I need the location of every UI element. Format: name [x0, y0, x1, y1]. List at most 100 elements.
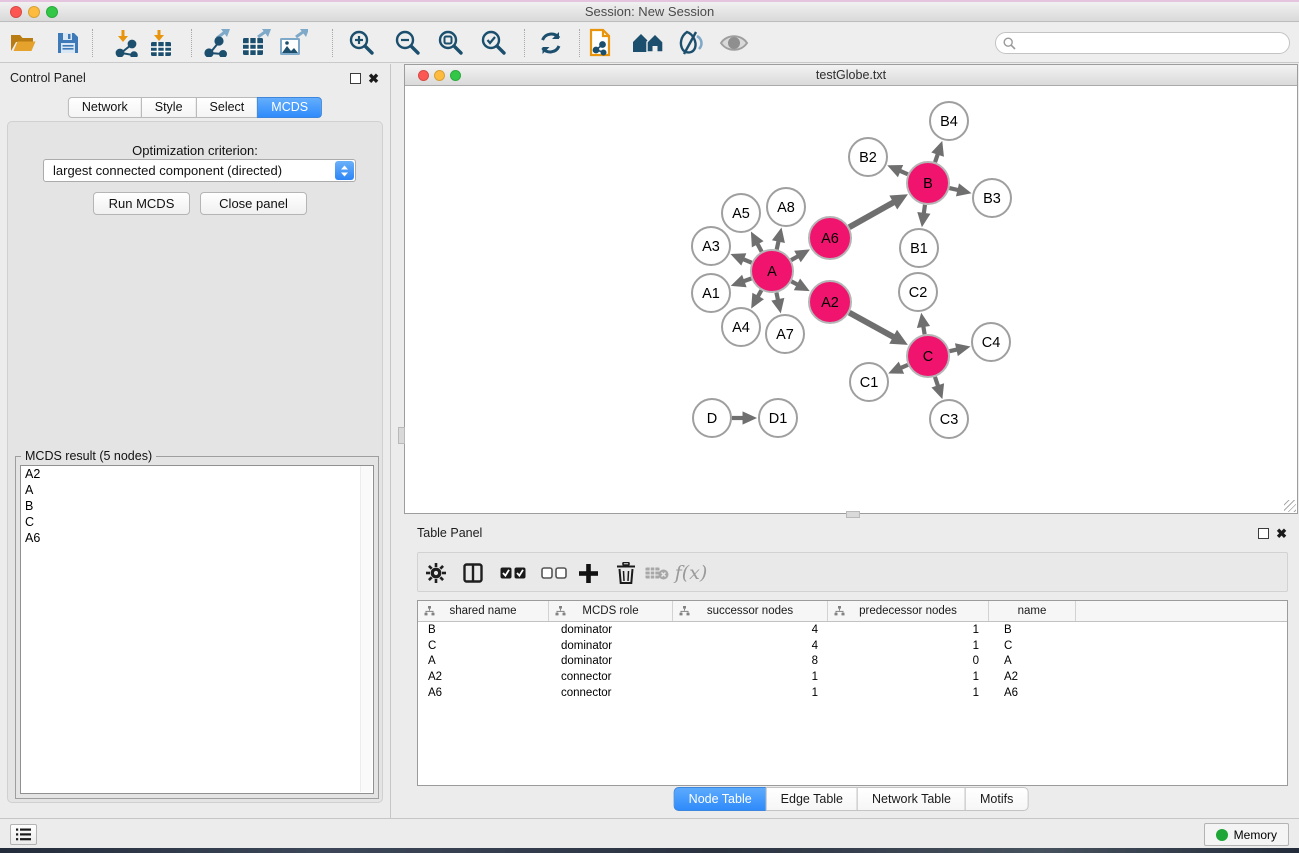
- column-header-shared-name[interactable]: shared name: [418, 601, 549, 621]
- split-view-button[interactable]: [461, 561, 485, 585]
- tab-network[interactable]: Network: [68, 97, 142, 118]
- tab-mcds[interactable]: MCDS: [257, 97, 322, 118]
- graph-edge[interactable]: [935, 154, 938, 163]
- table-cell[interactable]: 0: [828, 655, 989, 667]
- main-titlebar[interactable]: Session: New Session: [0, 2, 1299, 22]
- table-cell[interactable]: A2: [418, 671, 549, 683]
- table-cell[interactable]: dominator: [549, 640, 673, 652]
- tab-edge-table[interactable]: Edge Table: [766, 787, 858, 811]
- table-cell[interactable]: 1: [828, 624, 989, 636]
- graph-edge[interactable]: [758, 290, 762, 297]
- result-item[interactable]: A6: [21, 530, 373, 546]
- graph-edge[interactable]: [757, 243, 761, 251]
- home-button[interactable]: [631, 28, 665, 58]
- table-row[interactable]: Adominator80A: [418, 654, 1287, 670]
- graph-edge[interactable]: [923, 326, 924, 334]
- graph-edge[interactable]: [924, 205, 925, 214]
- show-hide-button[interactable]: [717, 28, 751, 58]
- column-header-mcds-role[interactable]: MCDS role: [549, 601, 673, 621]
- zoom-selected-button[interactable]: [477, 28, 511, 58]
- export-table-button[interactable]: [239, 28, 273, 58]
- network-canvas[interactable]: B4B2BB3A8A5A6A3B1AC2A1A2A4A7C4CC1DD1C3: [405, 87, 1297, 513]
- search-field[interactable]: [995, 32, 1290, 54]
- delete-table-button[interactable]: [644, 561, 670, 585]
- table-cell[interactable]: B: [418, 624, 549, 636]
- graph-edge[interactable]: [849, 202, 894, 227]
- graph-edge[interactable]: [949, 349, 957, 351]
- save-session-button[interactable]: [51, 28, 85, 58]
- add-column-button[interactable]: [576, 561, 600, 585]
- tab-style[interactable]: Style: [141, 97, 197, 118]
- table-settings-button[interactable]: [424, 561, 448, 585]
- function-builder-button[interactable]: f(x): [673, 561, 709, 585]
- table-row[interactable]: Bdominator41B: [418, 622, 1287, 638]
- table-row[interactable]: A6connector11A6: [418, 685, 1287, 701]
- mcds-result-list[interactable]: A2ABCA6: [20, 465, 374, 794]
- table-cell[interactable]: A6: [418, 687, 549, 699]
- column-header-name[interactable]: name: [989, 601, 1076, 621]
- tab-node-table[interactable]: Node Table: [674, 787, 767, 811]
- apply-layout-button[interactable]: [534, 28, 568, 58]
- zoom-out-button[interactable]: [391, 28, 425, 58]
- graph-edge[interactable]: [849, 313, 894, 338]
- float-panel-icon[interactable]: [350, 73, 361, 84]
- tab-network-table[interactable]: Network Table: [857, 787, 966, 811]
- table-cell[interactable]: 1: [828, 671, 989, 683]
- table-cell[interactable]: dominator: [549, 624, 673, 636]
- close-panel-button[interactable]: Close panel: [200, 192, 307, 215]
- graph-edge[interactable]: [743, 259, 752, 263]
- table-cell[interactable]: 1: [828, 640, 989, 652]
- search-input[interactable]: [1020, 34, 1284, 52]
- graph-edge[interactable]: [777, 241, 779, 250]
- table-row[interactable]: Cdominator41C: [418, 638, 1287, 654]
- result-item[interactable]: B: [21, 498, 373, 514]
- result-item[interactable]: C: [21, 514, 373, 530]
- table-cell[interactable]: A: [418, 655, 549, 667]
- table-cell[interactable]: dominator: [549, 655, 673, 667]
- task-history-button[interactable]: [10, 824, 37, 845]
- table-cell[interactable]: 8: [673, 655, 828, 667]
- close-panel-icon[interactable]: ✖: [368, 73, 379, 84]
- table-cell[interactable]: 4: [673, 624, 828, 636]
- table-cell[interactable]: A2: [989, 671, 1076, 683]
- criterion-dropdown[interactable]: largest connected component (directed): [43, 159, 356, 182]
- result-scrollbar[interactable]: [360, 466, 372, 792]
- table-cell[interactable]: C: [418, 640, 549, 652]
- window-resize-grip[interactable]: [1284, 500, 1296, 512]
- table-cell[interactable]: 1: [828, 687, 989, 699]
- column-header-successor-nodes[interactable]: successor nodes: [673, 601, 828, 621]
- memory-button[interactable]: Memory: [1204, 823, 1289, 846]
- table-cell[interactable]: 1: [673, 687, 828, 699]
- tab-select[interactable]: Select: [196, 97, 259, 118]
- run-mcds-button[interactable]: Run MCDS: [93, 192, 190, 215]
- result-item[interactable]: A2: [21, 466, 373, 482]
- table-cell[interactable]: 1: [673, 671, 828, 683]
- graph-edge[interactable]: [791, 281, 797, 284]
- visual-style-button[interactable]: [674, 28, 708, 58]
- network-window-titlebar[interactable]: testGlobe.txt: [405, 65, 1297, 86]
- table-cell[interactable]: B: [989, 624, 1076, 636]
- graph-edge[interactable]: [901, 365, 908, 368]
- result-item[interactable]: A: [21, 482, 373, 498]
- table-cell[interactable]: A: [989, 655, 1076, 667]
- open-session-button[interactable]: [6, 28, 40, 58]
- split-divider-grip-left[interactable]: [398, 427, 405, 444]
- import-network-button[interactable]: [109, 28, 143, 58]
- graph-edge[interactable]: [935, 377, 938, 386]
- split-divider-grip-bottom[interactable]: [846, 511, 860, 518]
- zoom-fit-button[interactable]: [434, 28, 468, 58]
- graph-edge[interactable]: [949, 188, 958, 190]
- graph-edge[interactable]: [900, 171, 908, 175]
- select-all-button[interactable]: [499, 561, 527, 585]
- zoom-in-button[interactable]: [345, 28, 379, 58]
- network-from-file-button[interactable]: [584, 28, 618, 58]
- column-header-predecessor-nodes[interactable]: predecessor nodes: [828, 601, 989, 621]
- table-cell[interactable]: connector: [549, 687, 673, 699]
- close-table-panel-icon[interactable]: ✖: [1276, 528, 1287, 539]
- graph-edge[interactable]: [791, 256, 798, 260]
- export-network-button[interactable]: [200, 28, 234, 58]
- delete-column-button[interactable]: [614, 561, 638, 585]
- deselect-all-button[interactable]: [540, 561, 568, 585]
- import-table-button[interactable]: [144, 28, 178, 58]
- table-cell[interactable]: A6: [989, 687, 1076, 699]
